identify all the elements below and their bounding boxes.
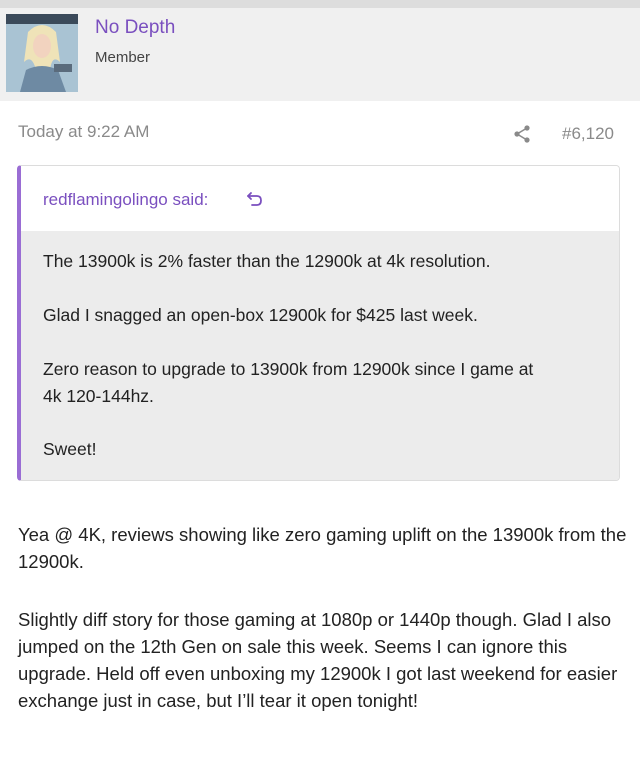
reply-paragraph: Slightly diff story for those gaming at …: [18, 609, 618, 711]
quote-body: The 13900k is 2% faster than the 12900k …: [21, 231, 619, 480]
quote-line: The 13900k is 2% faster than the 12900k …: [43, 251, 491, 271]
reply-paragraph: Yea @ 4K, reviews showing like zero gami…: [18, 524, 627, 572]
user-title: Member: [95, 49, 151, 66]
post-author-header: No Depth Member: [0, 8, 640, 101]
quote-line: Glad I snagged an open-box 12900k for $4…: [43, 305, 478, 325]
share-icon[interactable]: [512, 124, 532, 144]
post-number-link[interactable]: #6,120: [562, 124, 614, 144]
quote-header: redflamingolingo said:: [21, 166, 619, 231]
quote-block: redflamingolingo said: The 13900k is 2% …: [17, 165, 620, 481]
quote-line: Zero reason to upgrade to 13900k from 12…: [43, 359, 534, 379]
quote-line: 4k 120-144hz.: [43, 386, 154, 406]
quote-author-link[interactable]: redflamingolingo said:: [43, 190, 208, 210]
top-strip: [0, 0, 640, 8]
username[interactable]: No Depth: [95, 17, 175, 39]
quote-line: Sweet!: [43, 439, 97, 459]
avatar[interactable]: [6, 14, 78, 92]
post-timestamp[interactable]: Today at 9:22 AM: [18, 122, 149, 142]
jump-to-quote-icon[interactable]: [246, 190, 264, 208]
